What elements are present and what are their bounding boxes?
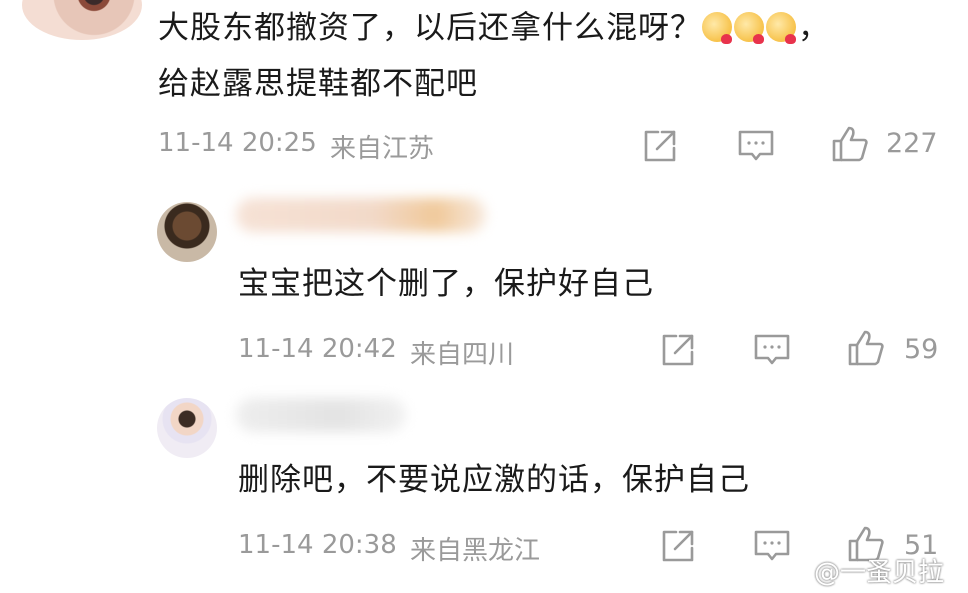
share-icon[interactable] (658, 526, 698, 566)
emoji-icon (702, 12, 732, 44)
share-icon[interactable] (640, 126, 680, 166)
comment-line-2: 给赵露思提鞋都不配吧 (158, 66, 478, 102)
avatar[interactable] (22, 0, 142, 40)
comment-thread: 大股东都撤资了，以后还拿什么混呀？ ， 给赵露思提鞋都不配吧 11-14 20:2… (0, 0, 968, 593)
username-redacted (236, 198, 486, 232)
reply-location: 来自四川 (410, 340, 515, 370)
share-icon[interactable] (658, 330, 698, 370)
reply-text: 宝宝把这个删了，保护好自己 (238, 266, 654, 302)
comment-timestamp: 11-14 20:25 (158, 128, 317, 158)
username-redacted (236, 398, 406, 432)
comment-location: 来自江苏 (330, 134, 435, 164)
thumbs-up-icon[interactable] (830, 124, 870, 164)
comment-icon[interactable] (736, 126, 776, 166)
reply-text: 删除吧，不要说应激的话，保护自己 (238, 462, 750, 498)
comment-line-1: 大股东都撤资了，以后还拿什么混呀？ (158, 10, 702, 46)
reply-timestamp: 11-14 20:38 (238, 530, 397, 560)
emoji-icon (734, 12, 764, 44)
reply-location: 来自黑龙江 (410, 536, 541, 566)
avatar[interactable] (157, 398, 217, 458)
emoji-icon (766, 12, 796, 44)
comment-line-1-tail: ， (798, 10, 830, 46)
like-count: 227 (886, 128, 938, 159)
like-count: 59 (904, 334, 939, 365)
comment-icon[interactable] (752, 330, 792, 370)
avatar[interactable] (157, 202, 217, 262)
thumbs-up-icon[interactable] (846, 328, 886, 368)
comment-text: 大股东都撤资了，以后还拿什么混呀？ ， 给赵露思提鞋都不配吧 (158, 0, 938, 112)
reply-timestamp: 11-14 20:42 (238, 334, 397, 364)
comment-icon[interactable] (752, 526, 792, 566)
watermark: @一蚤贝拉 (814, 558, 945, 588)
